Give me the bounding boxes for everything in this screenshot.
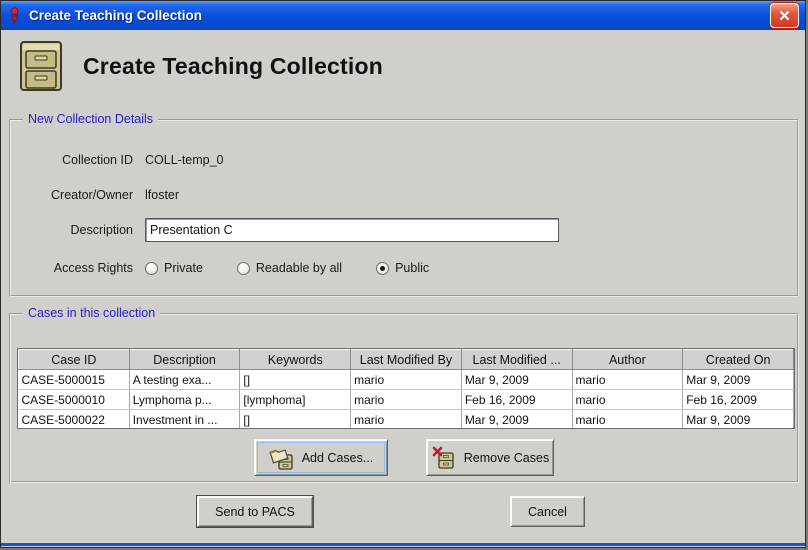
column-header[interactable]: Keywords [240, 350, 351, 370]
close-icon: ✕ [778, 7, 791, 25]
table-cell: Feb 16, 2009 [683, 390, 794, 410]
case-buttons-row: Add Cases... Remove Cases [11, 439, 797, 476]
table-cell: mario [572, 370, 683, 390]
access-rights-row: Access Rights Private Readable by all Pu… [21, 257, 463, 279]
close-button[interactable]: ✕ [770, 3, 799, 28]
column-header[interactable]: Author [572, 350, 683, 370]
table-cell: [] [240, 370, 351, 390]
group-title-cases: Cases in this collection [23, 306, 160, 320]
table-cell: [] [240, 410, 351, 430]
table-cell: Investment in ... [129, 410, 240, 430]
table-cell: A testing exa... [129, 370, 240, 390]
creator-owner-value: lfoster [145, 188, 179, 202]
app-icon [7, 7, 22, 24]
add-cases-label: Add Cases... [302, 451, 374, 465]
create-teaching-collection-dialog: Create Teaching Collection ✕ Create Teac… [0, 0, 806, 548]
radio-private[interactable]: Private [145, 261, 203, 275]
collection-id-label: Collection ID [21, 153, 133, 167]
radio-circle-icon [376, 262, 389, 275]
collection-id-row: Collection ID COLL-temp_0 [21, 149, 224, 171]
add-cases-button[interactable]: Add Cases... [254, 439, 388, 476]
remove-cases-label: Remove Cases [464, 451, 549, 465]
table-cell: mario [351, 390, 462, 410]
access-rights-radios: Private Readable by all Public [145, 261, 463, 275]
file-cabinet-icon [17, 38, 65, 94]
access-rights-label: Access Rights [21, 261, 133, 275]
table-cell: mario [351, 410, 462, 430]
cases-group: Cases in this collection Case IDDescript… [9, 313, 799, 483]
table-cell: Feb 16, 2009 [461, 390, 572, 410]
page-title: Create Teaching Collection [83, 53, 383, 80]
column-header[interactable]: Last Modified ... [461, 350, 572, 370]
send-to-pacs-button[interactable]: Send to PACS [197, 496, 313, 527]
table-cell: mario [572, 410, 683, 430]
cases-table: Case IDDescriptionKeywordsLast Modified … [17, 348, 795, 429]
radio-private-label: Private [164, 261, 203, 275]
description-row: Description [21, 219, 559, 241]
column-header[interactable]: Last Modified By [351, 350, 462, 370]
radio-readable-by-all[interactable]: Readable by all [237, 261, 342, 275]
table-row[interactable]: CASE-5000022Investment in ...[]marioMar … [19, 410, 794, 430]
radio-circle-icon [145, 262, 158, 275]
radio-public-label: Public [395, 261, 429, 275]
creator-owner-label: Creator/Owner [21, 188, 133, 202]
add-cases-icon [269, 445, 295, 471]
cancel-button[interactable]: Cancel [510, 496, 585, 527]
window-title: Create Teaching Collection [29, 8, 770, 23]
table-cell: CASE-5000022 [19, 410, 130, 430]
cancel-label: Cancel [528, 505, 567, 519]
column-header[interactable]: Description [129, 350, 240, 370]
column-header[interactable]: Created On [683, 350, 794, 370]
table-cell: CASE-5000015 [19, 370, 130, 390]
new-collection-details-group: New Collection Details Collection ID COL… [9, 119, 799, 297]
table-cell: Mar 9, 2009 [461, 410, 572, 430]
remove-cases-button[interactable]: Remove Cases [426, 439, 554, 476]
table-row[interactable]: CASE-5000015A testing exa...[]marioMar 9… [19, 370, 794, 390]
window-bottom-border [1, 543, 805, 546]
send-to-pacs-label: Send to PACS [215, 505, 295, 519]
table-cell: Mar 9, 2009 [683, 370, 794, 390]
description-input[interactable] [145, 218, 559, 242]
column-header[interactable]: Case ID [19, 350, 130, 370]
description-label: Description [21, 223, 133, 237]
radio-readable-label: Readable by all [256, 261, 342, 275]
title-bar[interactable]: Create Teaching Collection ✕ [1, 1, 805, 30]
creator-owner-row: Creator/Owner lfoster [21, 184, 179, 206]
table-cell: [lymphoma] [240, 390, 351, 410]
table-cell: mario [572, 390, 683, 410]
group-title-details: New Collection Details [23, 112, 158, 126]
collection-id-value: COLL-temp_0 [145, 153, 224, 167]
cases-table-head-row: Case IDDescriptionKeywordsLast Modified … [19, 350, 794, 370]
dialog-header: Create Teaching Collection [1, 30, 805, 102]
table-row[interactable]: CASE-5000010Lymphoma p...[lymphoma]mario… [19, 390, 794, 410]
table-cell: CASE-5000010 [19, 390, 130, 410]
table-cell: mario [351, 370, 462, 390]
table-cell: Mar 9, 2009 [683, 410, 794, 430]
radio-circle-icon [237, 262, 250, 275]
remove-cases-icon [431, 445, 457, 471]
radio-public[interactable]: Public [376, 261, 429, 275]
table-cell: Mar 9, 2009 [461, 370, 572, 390]
table-cell: Lymphoma p... [129, 390, 240, 410]
